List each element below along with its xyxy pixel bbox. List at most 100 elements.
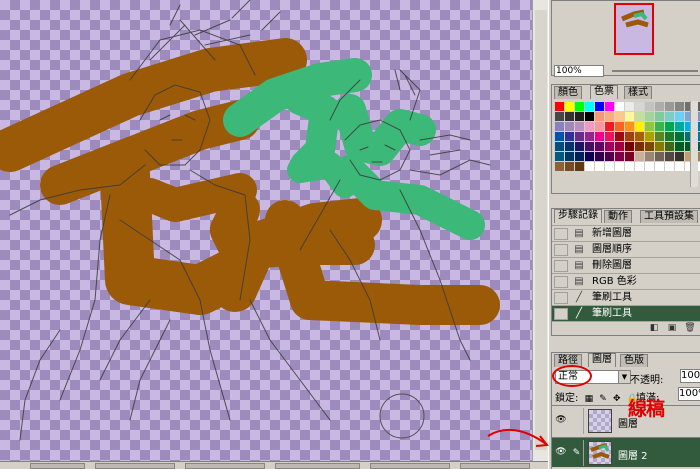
color-swatch[interactable] xyxy=(675,102,684,111)
color-swatch[interactable] xyxy=(665,132,674,141)
tab-actions[interactable]: 動作 xyxy=(604,210,632,223)
layer-row[interactable]: 👁 ✎ 圖層 2 xyxy=(552,437,700,467)
color-swatch[interactable] xyxy=(595,162,604,171)
fill-field[interactable]: 100% xyxy=(678,387,700,401)
lock-transparency-icon[interactable]: ▦ xyxy=(585,394,594,404)
color-swatch[interactable] xyxy=(595,112,604,121)
color-swatch[interactable] xyxy=(585,152,594,161)
color-swatch[interactable] xyxy=(595,132,604,141)
color-swatch[interactable] xyxy=(615,142,624,151)
color-swatch[interactable] xyxy=(615,122,624,131)
layer-brush-icon[interactable]: ✎ xyxy=(570,440,584,466)
color-swatch[interactable] xyxy=(655,122,664,131)
eye-icon[interactable]: 👁 xyxy=(554,415,568,427)
color-swatch[interactable] xyxy=(655,142,664,151)
color-swatch[interactable] xyxy=(635,142,644,151)
color-swatch[interactable] xyxy=(575,122,584,131)
tab-swatches[interactable]: 色票 xyxy=(590,85,618,99)
color-swatch[interactable] xyxy=(615,132,624,141)
color-swatch[interactable] xyxy=(635,102,644,111)
color-swatch[interactable] xyxy=(655,152,664,161)
color-swatch[interactable] xyxy=(645,112,654,121)
tab-color[interactable]: 顏色 xyxy=(554,86,582,99)
color-swatch[interactable] xyxy=(585,102,594,111)
history-source-checkbox[interactable] xyxy=(554,260,568,272)
history-source-checkbox[interactable] xyxy=(554,228,568,240)
color-swatch[interactable] xyxy=(585,162,594,171)
color-swatch[interactable] xyxy=(605,102,614,111)
color-swatch[interactable] xyxy=(615,102,624,111)
color-swatch[interactable] xyxy=(585,132,594,141)
color-swatch[interactable] xyxy=(595,122,604,131)
color-swatch[interactable] xyxy=(605,112,614,121)
color-swatch[interactable] xyxy=(605,152,614,161)
color-swatch[interactable] xyxy=(605,162,614,171)
color-swatch[interactable] xyxy=(665,102,674,111)
layer-row[interactable]: 👁 圖層 xyxy=(552,405,700,435)
tab-styles[interactable]: 樣式 xyxy=(624,86,652,99)
color-swatch[interactable] xyxy=(655,162,664,171)
zoom-level-field[interactable]: 100% xyxy=(554,65,604,77)
color-swatch[interactable] xyxy=(555,112,564,121)
color-swatch[interactable] xyxy=(645,102,654,111)
history-item[interactable]: ╱ 筆刷工具 xyxy=(552,305,700,321)
color-swatch[interactable] xyxy=(575,132,584,141)
snapshot-icon[interactable]: ◧ xyxy=(648,323,660,334)
eye-icon[interactable]: 👁 xyxy=(554,447,568,459)
history-item[interactable]: ▤ 新增圖層 xyxy=(552,225,700,241)
color-swatch[interactable] xyxy=(645,142,654,151)
color-swatch[interactable] xyxy=(675,162,684,171)
color-swatch[interactable] xyxy=(665,162,674,171)
color-swatch[interactable] xyxy=(555,162,564,171)
color-swatch[interactable] xyxy=(575,142,584,151)
color-swatch[interactable] xyxy=(565,142,574,151)
color-swatch[interactable] xyxy=(625,122,634,131)
new-document-icon[interactable]: ▣ xyxy=(666,323,678,334)
opacity-field[interactable]: 100% xyxy=(680,369,700,383)
color-swatch[interactable] xyxy=(655,112,664,121)
swatches-scrollbar[interactable] xyxy=(690,101,698,187)
color-swatch[interactable] xyxy=(565,102,574,111)
history-item[interactable]: ▤ 刪除圖層 xyxy=(552,257,700,273)
color-swatch[interactable] xyxy=(585,142,594,151)
history-item[interactable]: ╱ 筆刷工具 xyxy=(552,289,700,305)
color-swatch[interactable] xyxy=(555,142,564,151)
color-swatch[interactable] xyxy=(565,122,574,131)
color-swatch[interactable] xyxy=(605,122,614,131)
history-source-checkbox[interactable] xyxy=(554,308,568,320)
color-swatch[interactable] xyxy=(625,132,634,141)
color-swatch[interactable] xyxy=(645,122,654,131)
color-swatch[interactable] xyxy=(635,112,644,121)
color-swatch[interactable] xyxy=(595,142,604,151)
color-swatch[interactable] xyxy=(575,152,584,161)
history-source-checkbox[interactable] xyxy=(554,292,568,304)
color-swatch[interactable] xyxy=(555,122,564,131)
history-source-checkbox[interactable] xyxy=(554,276,568,288)
canvas-vertical-scrollbar[interactable] xyxy=(532,0,548,461)
document-canvas[interactable] xyxy=(0,0,532,461)
tab-history[interactable]: 步驟記錄 xyxy=(554,209,602,223)
color-swatch[interactable] xyxy=(565,152,574,161)
history-item[interactable]: ▤ 圖層順序 xyxy=(552,241,700,257)
color-swatch[interactable] xyxy=(585,112,594,121)
color-swatch[interactable] xyxy=(645,132,654,141)
color-swatch[interactable] xyxy=(575,112,584,121)
color-swatch[interactable] xyxy=(565,112,574,121)
color-swatch[interactable] xyxy=(675,142,684,151)
color-swatch[interactable] xyxy=(585,122,594,131)
color-swatch[interactable] xyxy=(635,122,644,131)
color-swatch[interactable] xyxy=(625,142,634,151)
color-swatch[interactable] xyxy=(675,122,684,131)
color-swatch[interactable] xyxy=(675,112,684,121)
color-swatch[interactable] xyxy=(575,162,584,171)
color-swatch[interactable] xyxy=(635,152,644,161)
color-swatch[interactable] xyxy=(595,102,604,111)
color-swatch[interactable] xyxy=(575,102,584,111)
color-swatch[interactable] xyxy=(625,162,634,171)
color-swatch[interactable] xyxy=(555,132,564,141)
color-swatch[interactable] xyxy=(645,152,654,161)
color-swatch[interactable] xyxy=(615,162,624,171)
color-swatch[interactable] xyxy=(635,162,644,171)
color-swatch[interactable] xyxy=(675,152,684,161)
color-swatch[interactable] xyxy=(565,132,574,141)
